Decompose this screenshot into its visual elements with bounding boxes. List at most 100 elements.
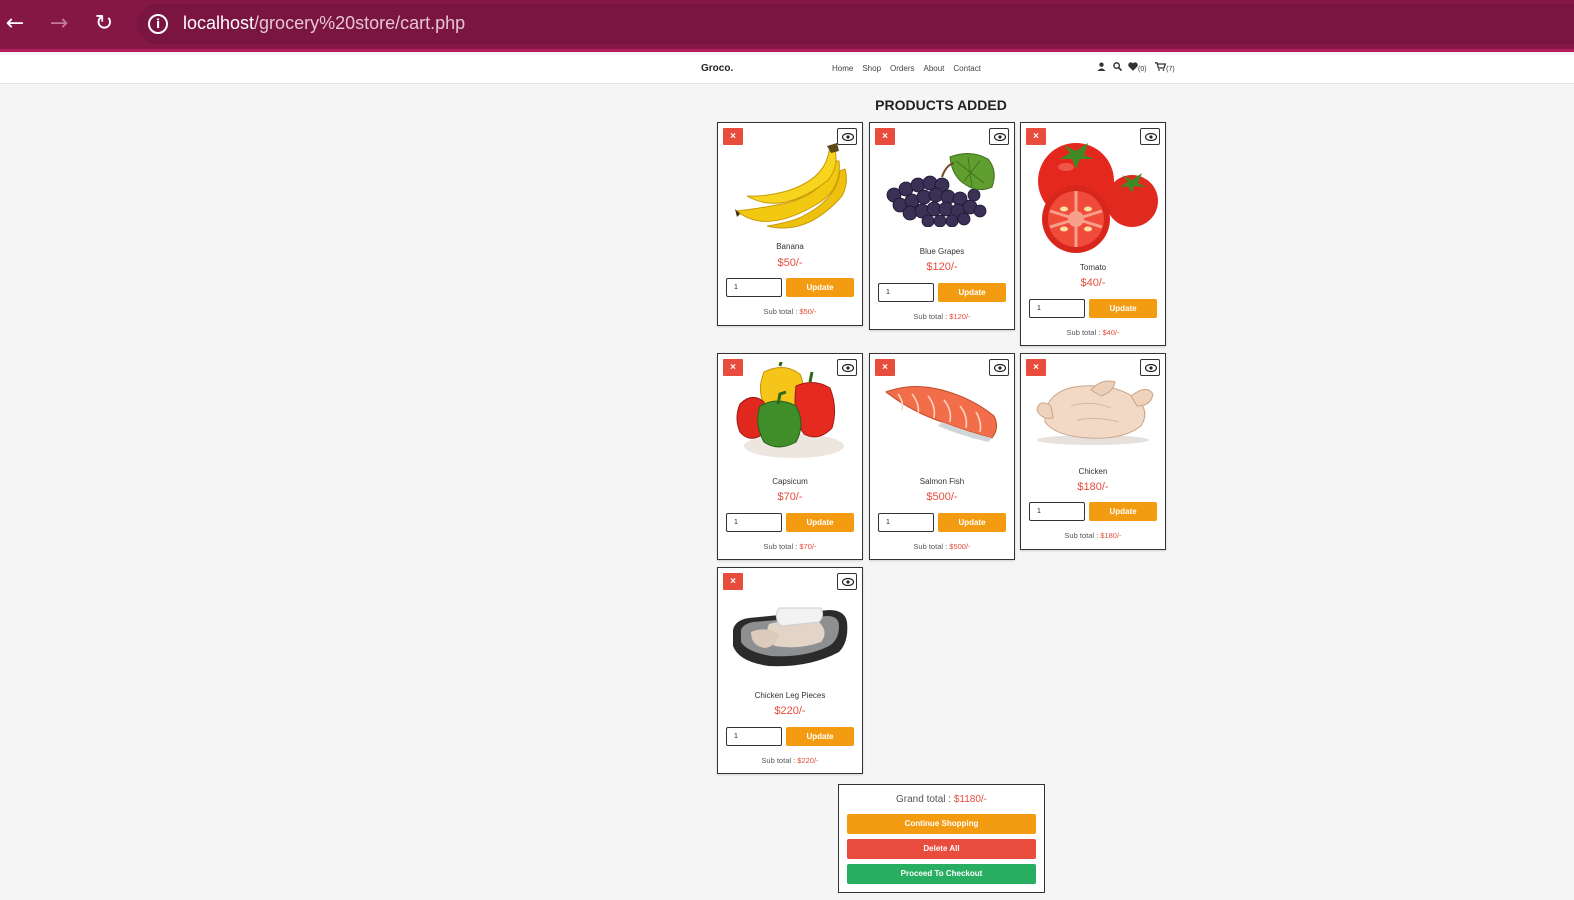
product-card-blue-grapes: × Blue Grapes $120/- 1 Update Sub total … [869,122,1015,330]
page-title: PRODUCTS ADDED [875,97,1007,113]
item-subtotal: Sub total : $500/- [870,542,1014,551]
quantity-input[interactable]: 1 [1029,502,1085,521]
salmon-image [884,386,998,442]
chicken-leg-pack-image [733,607,848,667]
cart-summary: Grand total : $1180/- Continue Shopping … [838,784,1045,893]
quantity-input[interactable]: 1 [726,278,782,297]
product-name: Salmon Fish [919,477,965,486]
item-subtotal: Sub total : $40/- [1021,328,1165,337]
subtotal-value: $120/- [949,312,971,321]
forward-arrow-icon[interactable]: → [47,12,71,36]
update-button[interactable]: Update [938,513,1006,532]
product-name: Chicken Leg Pieces [754,691,826,700]
update-button[interactable]: Update [1089,299,1157,318]
product-price: $220/- [774,705,806,717]
back-arrow-icon[interactable]: ← [3,12,27,36]
quantity-input[interactable]: 1 [878,283,934,302]
update-button[interactable]: Update [786,513,854,532]
reload-icon[interactable]: ↻ [92,12,116,36]
subtotal-label: Sub total : [913,542,950,551]
subtotal-label: Sub total : [1066,328,1103,337]
subtotal-value: $180/- [1100,531,1122,540]
quantity-input[interactable]: 1 [1029,299,1085,318]
product-name: Chicken [1078,467,1108,476]
quantity-input[interactable]: 1 [726,727,782,746]
product-name: Banana [776,242,804,251]
quantity-input[interactable]: 1 [726,513,782,532]
logo[interactable]: Groco. [701,63,733,74]
subtotal-label: Sub total : [763,307,800,316]
product-card-chicken: × Chicken $180/- 1 Update Sub total : $1… [1020,353,1166,550]
proceed-to-checkout-button[interactable]: Proceed To Checkout [847,864,1036,884]
quantity-input[interactable]: 1 [878,513,934,532]
eye-icon [1145,364,1157,372]
wishlist-count: (0) [1138,66,1147,73]
url-text[interactable]: localhost/grocery%20store/cart.php [183,13,465,34]
product-card-chicken-leg-pieces: × Chicken Leg Pieces $220/- 1 Update Sub… [717,567,863,774]
product-card-capsicum: × Capsicum $70/- 1 Update Sub total : $7… [717,353,863,560]
subtotal-value: $40/- [1102,328,1120,337]
product-image [718,602,862,672]
nav-about[interactable]: About [923,64,944,73]
url-path: /grocery%20store/cart.php [254,13,466,33]
product-image [1021,131,1165,255]
subtotal-value: $500/- [949,542,971,551]
update-button[interactable]: Update [786,727,854,746]
header-icons: (0) (7) [1097,62,1181,73]
product-price: $40/- [1080,277,1106,289]
delete-item-button[interactable]: × [1026,359,1046,376]
eye-icon [842,578,854,586]
delete-all-button[interactable]: Delete All [847,839,1036,859]
view-item-button[interactable] [837,573,857,590]
grand-total: Grand total : $1180/- [839,794,1044,805]
site-info-icon[interactable]: i [148,14,168,34]
product-image [718,362,862,462]
subtotal-label: Sub total : [913,312,950,321]
product-price: $120/- [926,261,958,273]
product-image [1021,376,1165,446]
product-card-banana: × Banana $50/- 1 Update Sub total : $50/… [717,122,863,326]
product-image [718,141,862,235]
grand-total-label: Grand total : [896,794,954,805]
nav-home[interactable]: Home [832,64,853,73]
update-button[interactable]: Update [786,278,854,297]
nav-orders[interactable]: Orders [890,64,914,73]
grapes-image [886,153,995,227]
update-button[interactable]: Update [1089,502,1157,521]
eye-icon [994,133,1006,141]
url-host: localhost [183,13,255,33]
cart-count: (7) [1166,66,1175,73]
search-icon[interactable] [1112,62,1122,73]
subtotal-label: Sub total : [763,542,800,551]
view-item-button[interactable] [989,128,1009,145]
cart-icon[interactable] [1155,62,1167,73]
item-subtotal: Sub total : $70/- [718,542,862,551]
capsicum-image [736,362,844,458]
view-item-button[interactable] [989,359,1009,376]
user-icon[interactable] [1097,62,1106,73]
delete-item-button[interactable]: × [723,573,743,590]
item-subtotal: Sub total : $120/- [870,312,1014,321]
subtotal-label: Sub total : [1064,531,1101,540]
main-nav: Home Shop Orders About Contact [832,64,990,73]
product-name: Tomato [1079,263,1107,272]
product-card-salmon-fish: × Salmon Fish $500/- 1 Update Sub total … [869,353,1015,560]
product-price: $180/- [1077,481,1109,493]
nav-contact[interactable]: Contact [953,64,981,73]
continue-shopping-button[interactable]: Continue Shopping [847,814,1036,834]
update-button[interactable]: Update [938,283,1006,302]
subtotal-value: $220/- [797,756,819,765]
heart-icon[interactable] [1128,62,1138,73]
product-price: $70/- [777,491,803,503]
item-subtotal: Sub total : $180/- [1021,531,1165,540]
nav-shop[interactable]: Shop [862,64,881,73]
view-item-button[interactable] [1140,359,1160,376]
item-subtotal: Sub total : $220/- [718,756,862,765]
product-image [870,382,1014,444]
delete-item-button[interactable]: × [875,128,895,145]
product-name: Capsicum [772,477,808,486]
product-price: $50/- [777,257,803,269]
site-header: Groco. Home Shop Orders About Contact (0) (7… [0,55,1574,84]
subtotal-label: Sub total : [761,756,798,765]
delete-item-button[interactable]: × [875,359,895,376]
